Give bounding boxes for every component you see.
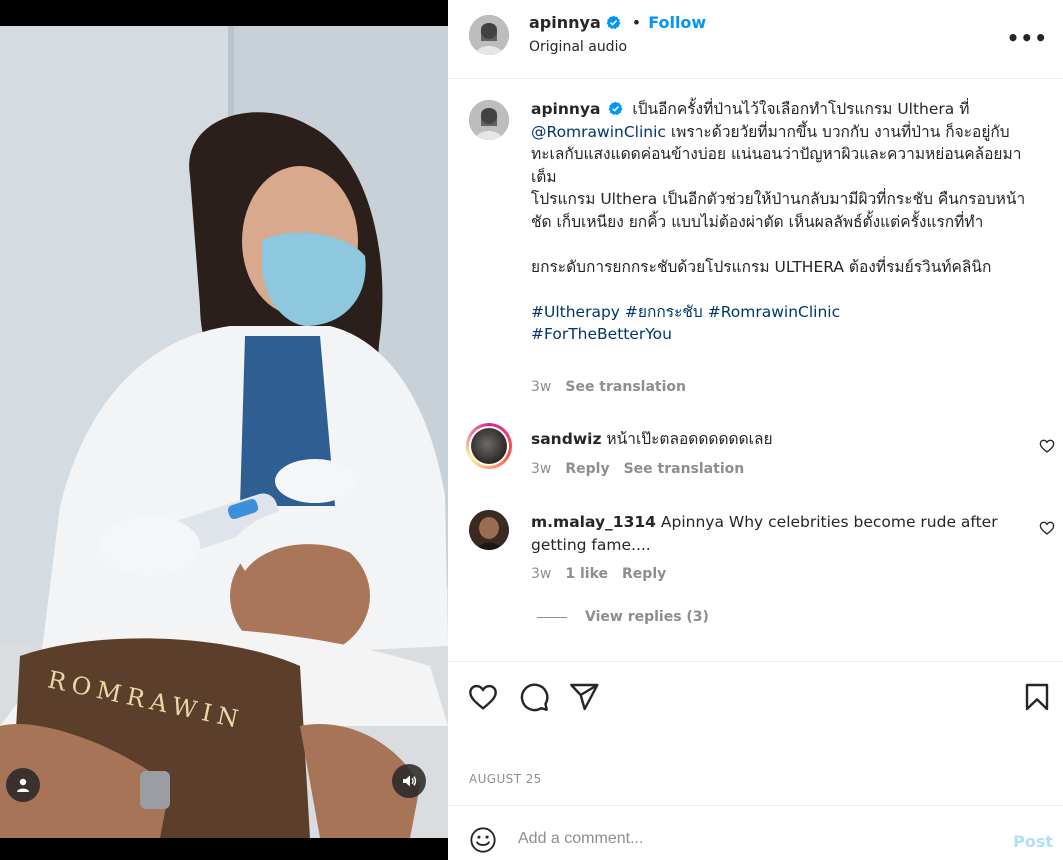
comment-reply-button[interactable]: Reply [622,566,666,582]
caption-meta: 3w See translation [531,379,686,395]
comment-body: sandwiz หน้าเป๊ะตลอดดดดดดเลย [531,428,1011,451]
comment-likes[interactable]: 1 like [565,566,608,582]
replies-divider-line [537,616,567,618]
paper-plane-icon[interactable] [568,681,600,713]
caption-author-avatar[interactable] [469,100,509,140]
speaker-icon [403,775,417,787]
view-replies-label: View replies (3) [585,609,709,625]
author-line: apinnya • Follow [529,13,706,32]
comment-see-translation[interactable]: See translation [624,461,745,477]
post-actions-bar: AUGUST 25 [448,661,1063,805]
comment-text: หน้าเป๊ะตลอดดดดดดเลย [606,430,773,448]
hashtag[interactable]: #ยกกระชับ [625,303,703,321]
post-caption: apinnya เป็นอีกครั้งที่ป่านไว้ใจเลือกทำโ… [531,98,1041,346]
author-username[interactable]: apinnya [529,13,601,32]
sound-toggle-button[interactable] [392,764,426,798]
comment-like-heart-icon[interactable] [1039,438,1055,454]
caption-text-1: เป็นอีกครั้งที่ป่านไว้ใจเลือกทำโปรแกรม U… [632,100,970,118]
separator-dot: • [631,13,642,32]
comment-avatar-story-ring[interactable] [466,423,512,469]
post-comment-button[interactable]: Post [1013,832,1053,851]
caption-paragraph-1: apinnya เป็นอีกครั้งที่ป่านไว้ใจเลือกทำโ… [531,98,1041,188]
avatar-image [469,15,509,55]
post-video[interactable]: ROMRAWIN [0,26,448,838]
caption-paragraph-2: โปรแกรม Ulthera เป็นอีกตัวช่วยให้ป่านกลั… [531,190,1026,231]
caption-username[interactable]: apinnya [531,100,601,118]
more-options-button[interactable]: ••• [1007,26,1048,50]
hashtag[interactable]: #RomrawinClinic [708,303,840,321]
verified-badge-icon [606,15,621,30]
user-tag-icon [17,778,29,792]
comment-bubble-icon[interactable] [518,681,550,713]
heart-icon[interactable] [467,681,499,713]
caption-hashtags: #Ultherapy #ยกกระชับ #RomrawinClinic #Fo… [531,301,1041,346]
caption-mention[interactable]: @RomrawinClinic [531,123,666,141]
emoji-smile-icon[interactable] [469,826,497,854]
comment-username[interactable]: sandwiz [531,430,601,448]
hashtag[interactable]: #Ultherapy [531,303,620,321]
hashtag[interactable]: #ForTheBetterYou [531,325,672,343]
post-detail-panel: apinnya • Follow Original audio ••• apin… [448,0,1063,860]
comment-time[interactable]: 3w [531,461,551,477]
comment-reply-button[interactable]: Reply [565,461,609,477]
post-date[interactable]: AUGUST 25 [469,772,542,786]
caption-paragraph-3: ยกระดับการยกกระชับด้วยโปรแกรม ULTHERA ต้… [531,257,992,276]
avatar-image [469,100,509,140]
comment-input[interactable] [518,830,998,848]
comment-like-heart-icon[interactable] [1039,520,1055,536]
post-header: apinnya • Follow Original audio ••• [448,0,1063,79]
caption-see-translation[interactable]: See translation [565,379,686,395]
comment-body: m.malay_1314 Apinnya Why celebrities bec… [531,511,1011,556]
avatar-image [469,510,509,550]
tagged-users-button[interactable] [6,768,40,802]
caption-time[interactable]: 3w [531,379,551,395]
commenter-avatar [471,428,507,464]
follow-button[interactable]: Follow [648,13,706,32]
bookmark-icon[interactable] [1021,681,1053,713]
commenter-avatar[interactable] [469,510,509,550]
add-comment-bar: Post [448,805,1063,860]
comment-username[interactable]: m.malay_1314 [531,513,656,531]
view-replies-button[interactable]: View replies (3) [537,609,709,625]
author-avatar[interactable] [469,15,509,55]
comment-meta: 3w 1 like Reply [531,566,666,582]
verified-badge-icon [609,101,623,116]
comment-time[interactable]: 3w [531,566,551,582]
comment-meta: 3w Reply See translation [531,461,744,477]
audio-link[interactable]: Original audio [529,39,627,55]
post-media: ROMRAWIN [0,0,448,860]
